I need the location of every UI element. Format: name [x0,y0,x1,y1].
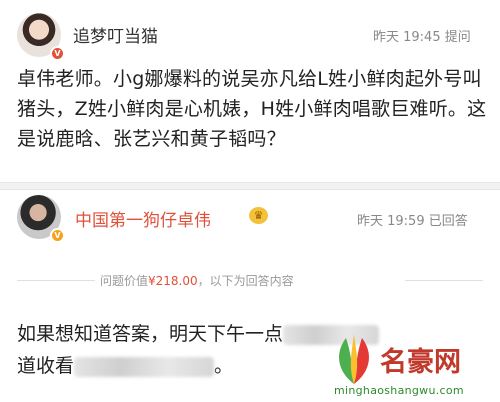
watermark-domain: minghaoshangwu.com [334,384,464,397]
price-suffix: ，以下为回答内容 [197,274,294,288]
question-meta: 昨天 19:45 提问 [373,30,471,45]
blurred-text [74,356,215,377]
watermark: 名豪网 minghaoshangwu.com [322,328,500,402]
answer-text-3: 。 [214,355,234,377]
leaf-logo-icon [339,334,369,384]
answer-text-2: 道收看 [17,355,75,377]
watermark-brand: 名豪网 [380,347,461,378]
question-post: V 追梦叮当猫 昨天 19:45 提问 卓伟老师。小g娜爆料的说吴亦凡给L姓小鲜… [0,0,500,180]
crown-badge-icon: ♛ [249,207,268,224]
verified-badge-icon: V [50,228,65,243]
price-prefix: 问题价值 [100,274,149,288]
question-content: 卓伟老师。小g娜爆料的说吴亦凡给L姓小鲜肉起外号叫猪头，Z姓小鲜肉是心机婊，H姓… [17,68,487,150]
answerer-username[interactable]: 中国第一狗仔卓伟 [75,206,211,231]
section-divider [0,182,500,190]
price-separator-right [405,280,483,281]
verified-badge-icon: V [50,46,65,61]
questioner-username[interactable]: 追梦叮当猫 [73,22,158,47]
price-separator-left [17,280,95,281]
answer-text-1: 如果想知道答案，明天下午一点 [17,323,284,345]
answer-meta: 昨天 19:59 已回答 [357,214,468,229]
price-value: ¥218.00 [148,274,198,288]
question-price-line: 问题价值¥218.00，以下为回答内容 [100,272,420,289]
